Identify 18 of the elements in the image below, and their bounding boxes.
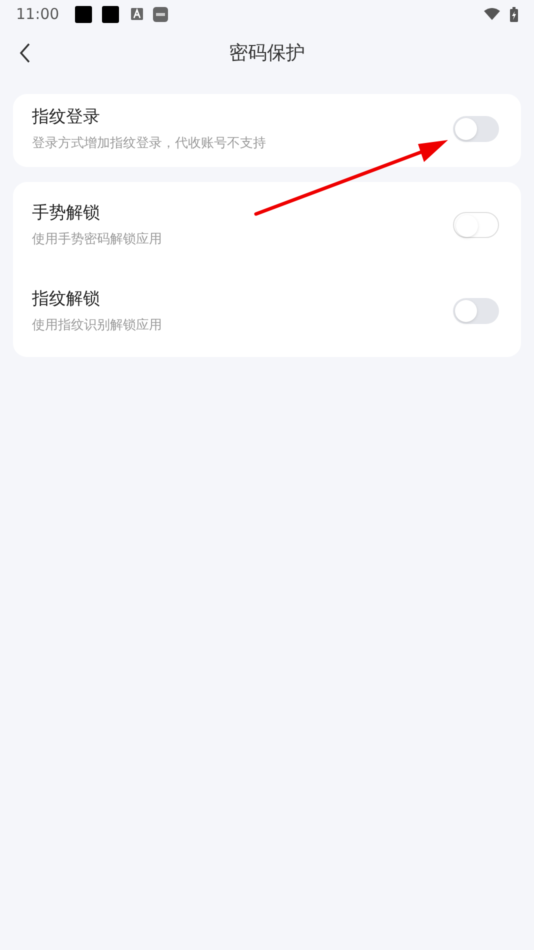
back-icon[interactable] xyxy=(19,43,31,63)
setting-title: 手势解锁 xyxy=(32,202,101,224)
notification-icon xyxy=(102,6,120,22)
status-time: 11:00 xyxy=(16,4,60,25)
app-icon xyxy=(131,8,144,20)
battery-icon xyxy=(510,6,518,22)
setting-title: 指纹解锁 xyxy=(32,288,101,310)
setting-description: 使用手势密码解锁应用 xyxy=(32,231,163,249)
app-icon xyxy=(153,6,168,22)
setting-description: 登录方式增加指纹登录，代收账号不支持 xyxy=(32,135,267,153)
toggle-switch[interactable] xyxy=(453,116,499,142)
toggle-switch[interactable] xyxy=(453,212,499,238)
notification-icon xyxy=(75,6,92,22)
toggle-switch[interactable] xyxy=(453,298,499,324)
setting-description: 使用指纹识别解锁应用 xyxy=(32,317,163,335)
wifi-icon xyxy=(484,8,500,20)
page-title: 密码保护 xyxy=(229,40,305,66)
setting-title: 指纹登录 xyxy=(32,106,101,128)
